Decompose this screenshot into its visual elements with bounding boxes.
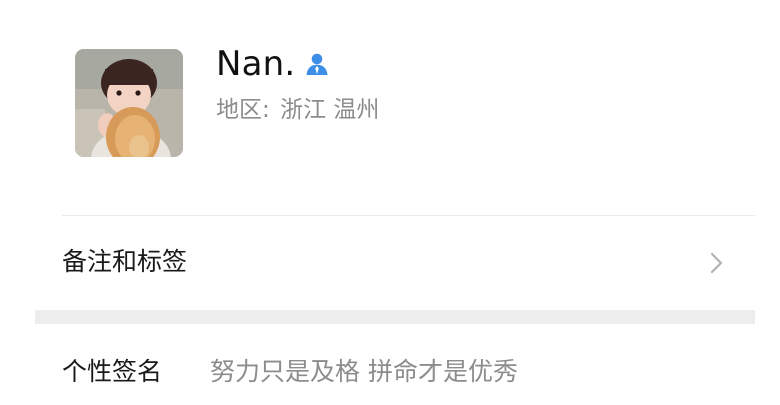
- avatar-photo: [75, 49, 183, 157]
- profile-header: Nan. 地区: 浙江 温州: [0, 0, 755, 215]
- section-spacer: [35, 310, 755, 324]
- remarks-and-tags-label: 备注和标签: [62, 247, 188, 276]
- signature-row: 个性签名 努力只是及格 拼命才是优秀: [0, 324, 755, 405]
- region-text: 地区: 浙江 温州: [216, 93, 379, 127]
- edge-strip: [755, 0, 780, 405]
- contact-name: Nan.: [216, 44, 296, 84]
- contact-profile-page: Nan. 地区: 浙江 温州 备注和标签 个性签名 努力只是及格 拼命才是优秀: [0, 0, 780, 405]
- region-value: 浙江 温州: [280, 97, 380, 123]
- signature-value: 努力只是及格 拼命才是优秀: [210, 357, 518, 386]
- male-user-icon: [306, 53, 328, 75]
- remarks-and-tags-row[interactable]: 备注和标签: [0, 216, 755, 310]
- chevron-right-icon: [710, 252, 723, 274]
- signature-label: 个性签名: [62, 357, 163, 386]
- region-label: 地区:: [216, 97, 270, 123]
- avatar[interactable]: [75, 49, 183, 157]
